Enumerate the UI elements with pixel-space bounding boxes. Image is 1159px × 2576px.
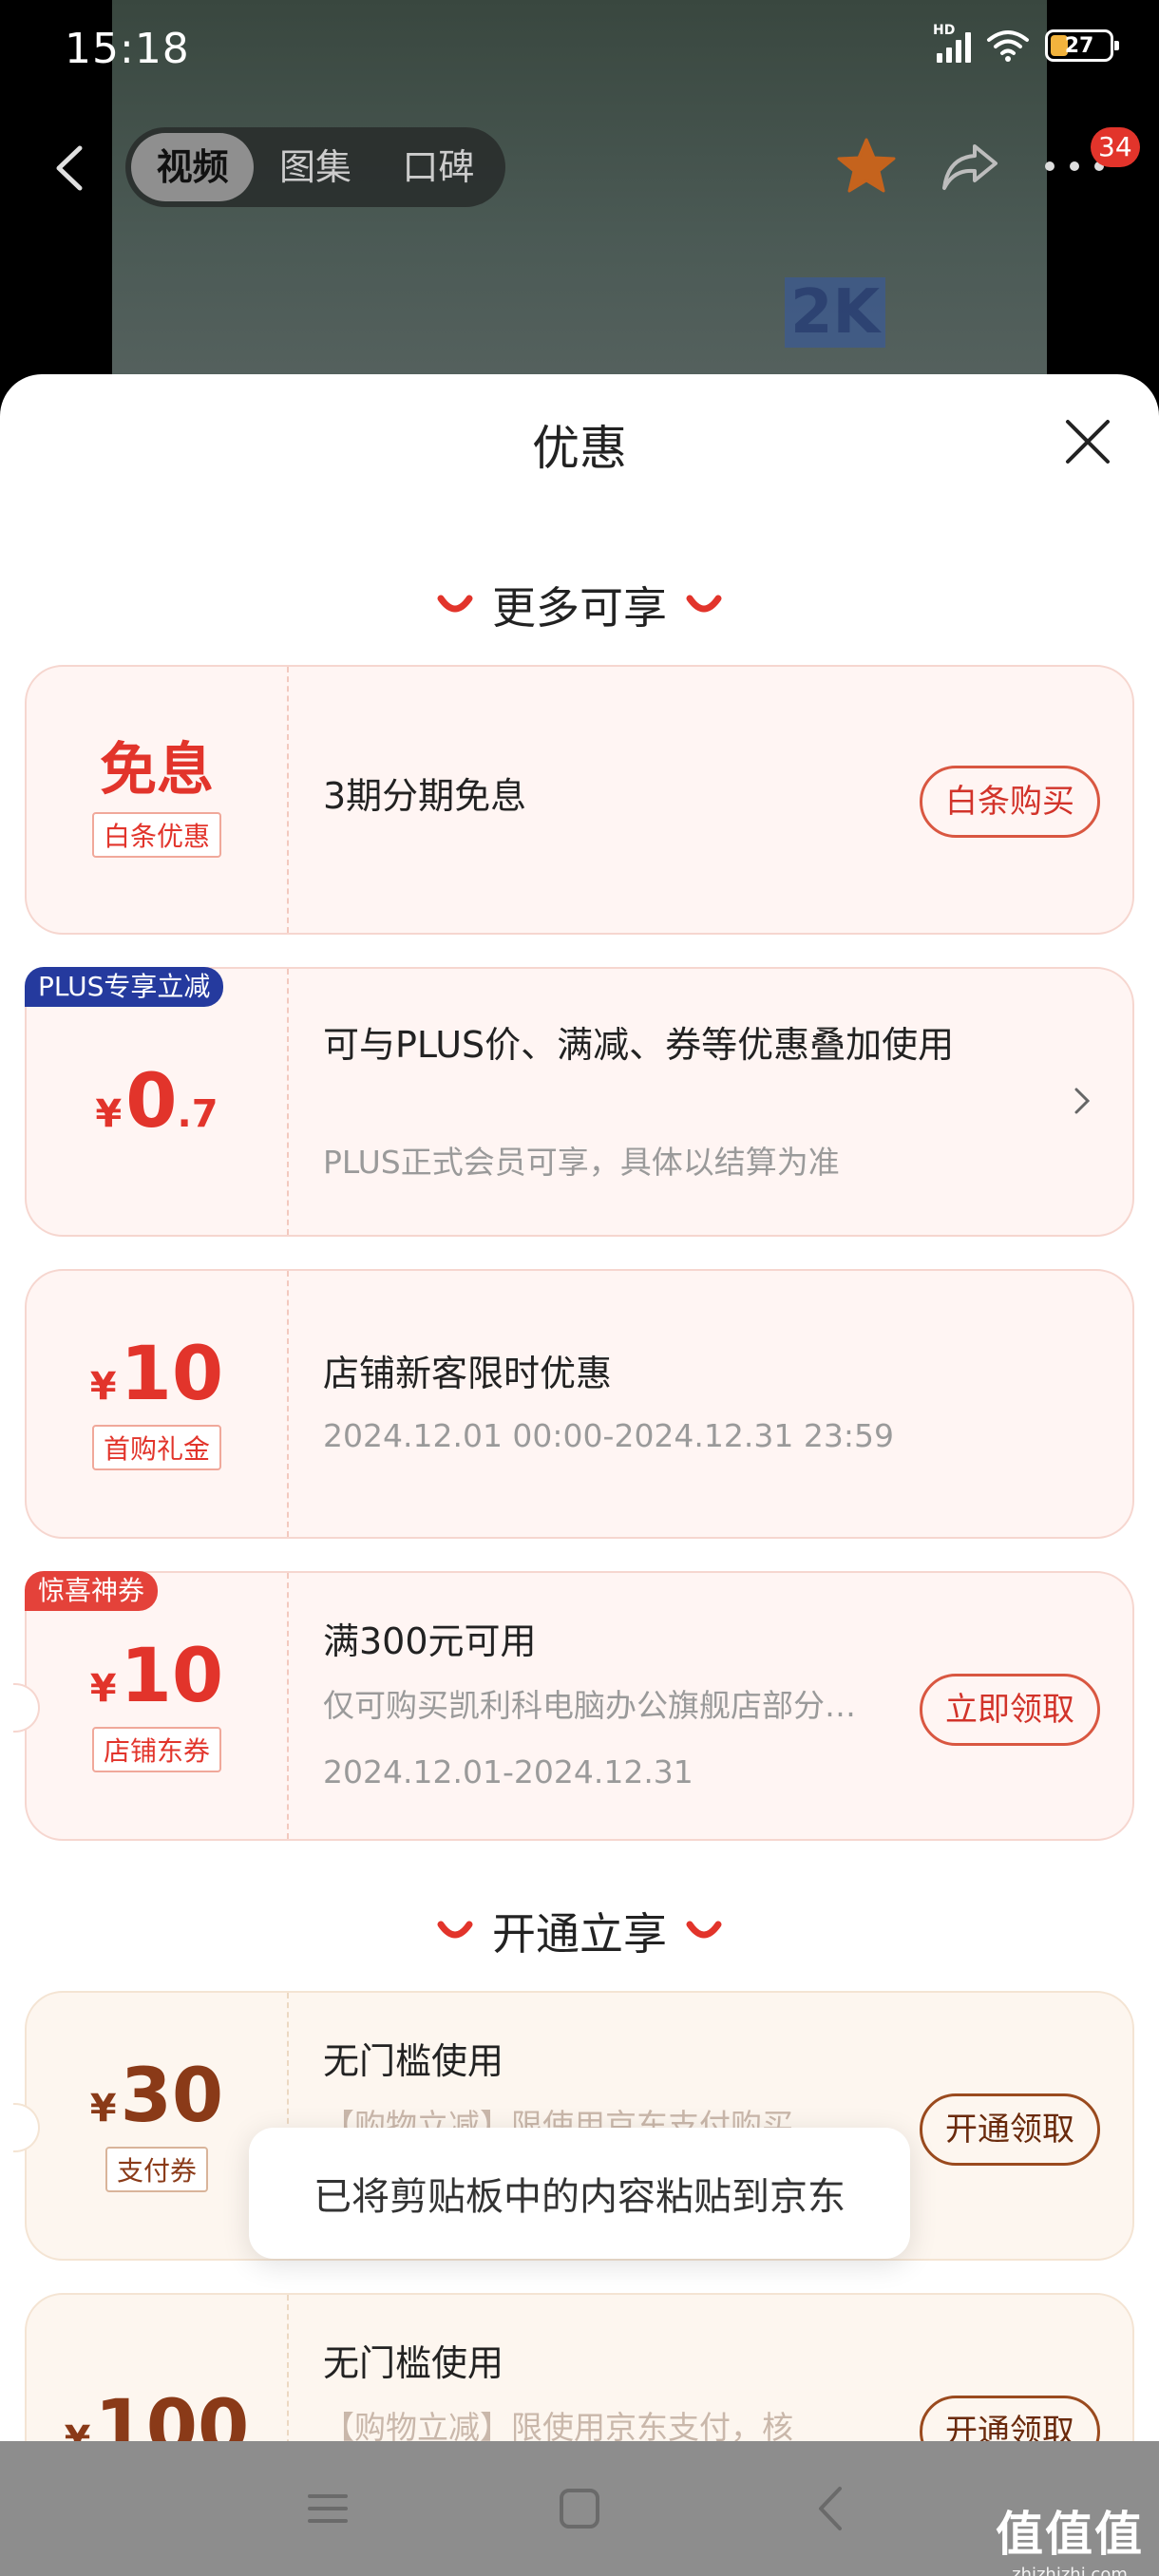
card-value: ¥ 10 店铺东券	[27, 1573, 287, 1839]
coupon-card-new-customer: ¥ 10 首购礼金 店铺新客限时优惠 2024.12.01 00:00-2024…	[25, 1269, 1134, 1539]
amount-word: 免息	[100, 737, 214, 804]
currency-symbol: ¥	[89, 2087, 117, 2131]
section-more-benefits: 更多可享	[0, 574, 1159, 636]
smile-decor-icon	[686, 595, 722, 613]
coupon-card-installment: 免息 白条优惠 3期分期免息 白条购买	[25, 665, 1134, 935]
currency-symbol: ¥	[89, 1365, 117, 1409]
watermark-url: zhizhizhi.com	[1012, 2565, 1128, 2576]
smile-decor-icon	[437, 1921, 473, 1939]
coupon-amount: ¥ 30	[90, 2059, 223, 2133]
section-activate-benefits: 开通立享	[0, 1900, 1159, 1962]
currency-symbol: ¥	[95, 1092, 123, 1136]
watermark-logo: 值值值	[996, 2507, 1144, 2562]
notification-badge: 34	[1091, 127, 1140, 167]
amount-fraction: .7	[177, 1092, 218, 1136]
card-divider	[287, 1271, 289, 1537]
card-divider	[287, 667, 289, 933]
close-icon[interactable]	[1062, 416, 1113, 467]
coupon-title: 店铺新客限时优惠	[323, 1353, 613, 1394]
coupon-card-plus[interactable]: PLUS专享立减 ¥ 0 .7 可与PLUS价、满减、券等优惠叠加使用 PLUS…	[25, 967, 1134, 1237]
media-tabs: 视频 图集 口碑	[125, 127, 505, 207]
card-value: ¥ 0 .7	[27, 969, 287, 1235]
coupon-title: 3期分期免息	[323, 775, 527, 817]
activate-claim-button[interactable]: 开通领取	[920, 2093, 1100, 2166]
coupon-validity: 2024.12.01-2024.12.31	[323, 1753, 694, 1790]
signal-icon: HD	[933, 23, 971, 63]
coupon-tag: 白条优惠	[91, 812, 221, 858]
card-divider	[287, 1573, 289, 1839]
card-value: ¥ 30 支付券	[27, 1993, 287, 2259]
amount-integer: 30	[120, 2054, 224, 2139]
status-icons: HD 27	[933, 23, 1119, 63]
back-nav-icon[interactable]	[798, 2475, 864, 2542]
coupon-subtitle: PLUS正式会员可享，具体以结算为准	[323, 1144, 840, 1181]
card-value: ¥ 10 首购礼金	[27, 1271, 287, 1537]
coupon-amount: ¥ 10	[90, 1639, 223, 1714]
status-time: 15:18	[65, 25, 190, 73]
section-title: 开通立享	[492, 1908, 667, 1960]
currency-symbol: ¥	[89, 1667, 117, 1711]
quality-label: 2K	[785, 277, 886, 348]
amount-integer: 10	[120, 1332, 224, 1417]
share-icon[interactable]	[940, 141, 999, 194]
coupon-amount: ¥ 0 .7	[95, 1065, 218, 1139]
wifi-icon	[987, 30, 1029, 62]
tab-gallery[interactable]: 图集	[254, 133, 376, 201]
coupon-title: 无门槛使用	[323, 2342, 504, 2384]
tab-reviews[interactable]: 口碑	[377, 133, 500, 201]
card-divider	[287, 969, 289, 1235]
claim-now-button[interactable]: 立即领取	[920, 1674, 1100, 1746]
smile-decor-icon	[686, 1921, 722, 1939]
battery-icon: 27	[1045, 29, 1119, 62]
coupon-title: 无门槛使用	[323, 2040, 504, 2082]
amount-integer: 0	[125, 1059, 178, 1145]
coupon-title: 满300元可用	[323, 1620, 537, 1662]
home-icon[interactable]	[546, 2475, 613, 2542]
system-navigation-bar	[0, 2441, 1159, 2576]
card-value: 免息 白条优惠	[27, 667, 287, 933]
coupon-tag: 支付券	[104, 2147, 208, 2192]
coupon-subtitle: 仅可购买凯利科电脑办公旗舰店部分商品	[323, 1687, 864, 1724]
tab-video[interactable]: 视频	[131, 133, 255, 201]
site-watermark: 值值值 zhizhizhi.com	[996, 2496, 1144, 2576]
baitiao-buy-button[interactable]: 白条购买	[920, 766, 1100, 838]
coupon-tag: 首购礼金	[91, 1425, 221, 1470]
back-icon[interactable]	[48, 142, 93, 194]
menu-icon[interactable]	[294, 2475, 361, 2542]
coupon-tag: 店铺东券	[91, 1727, 221, 1772]
clipboard-toast: 已将剪贴板中的内容粘贴到京东	[249, 2128, 910, 2259]
chevron-right-icon[interactable]	[1072, 1085, 1092, 1117]
coupon-amount: ¥ 10	[90, 1337, 223, 1411]
smile-decor-icon	[437, 595, 473, 613]
network-label: HD	[933, 23, 956, 38]
amount-integer: 10	[120, 1634, 224, 1719]
section-title: 更多可享	[492, 582, 667, 634]
coupon-card-shop: 惊喜神券 ¥ 10 店铺东券 满300元可用 仅可购买凯利科电脑办公旗舰店部分商…	[13, 1571, 1134, 1841]
more-icon[interactable]	[1045, 161, 1104, 175]
sheet-title: 优惠	[532, 421, 627, 476]
coupon-validity: 2024.12.01 00:00-2024.12.31 23:59	[323, 1417, 894, 1454]
coupon-title: 可与PLUS价、满减、券等优惠叠加使用	[323, 1024, 955, 1066]
favorite-star-icon[interactable]	[836, 137, 897, 194]
